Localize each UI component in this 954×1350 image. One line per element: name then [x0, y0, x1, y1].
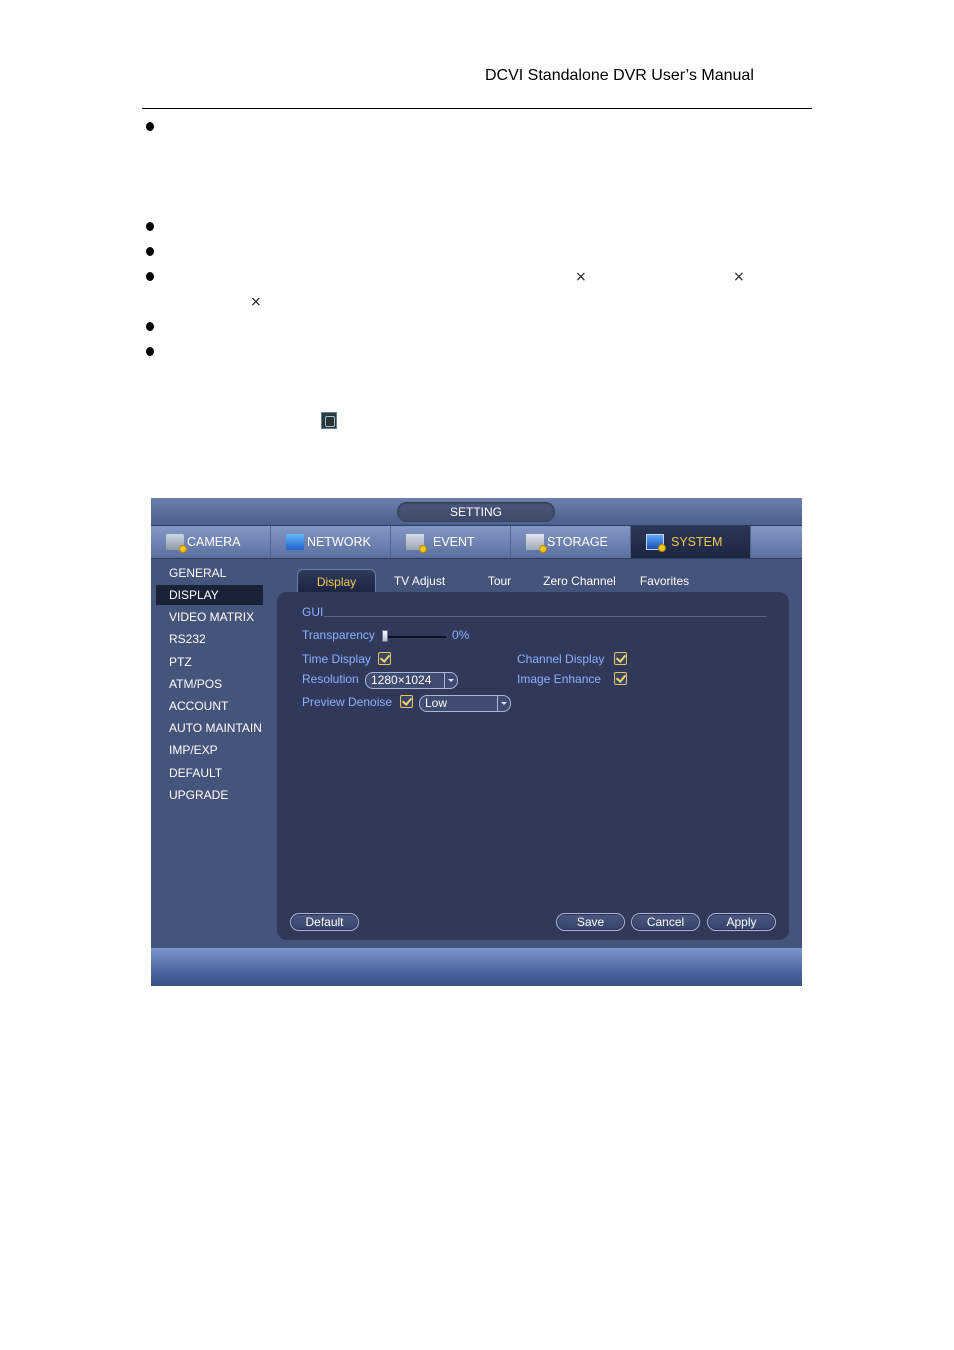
gui-section-label: GUI	[302, 605, 324, 619]
bullet	[146, 122, 154, 131]
channel-display-label: Channel Display	[517, 652, 605, 666]
display-settings-panel: GUI Transparency 0% Time Display Channel…	[277, 592, 789, 940]
subtab-favorites[interactable]: Favorites	[632, 569, 697, 593]
sidebar-item-account[interactable]: ACCOUNT	[156, 696, 263, 716]
window-title: SETTING	[397, 502, 555, 522]
tab-label: CAMERA	[187, 535, 241, 549]
network-icon	[286, 534, 304, 550]
resolution-value: 1280×1024	[371, 673, 432, 687]
channel-display-checkbox[interactable]	[614, 652, 627, 665]
event-icon	[406, 534, 427, 553]
time-display-label: Time Display	[302, 652, 371, 666]
apply-button[interactable]: Apply	[707, 913, 776, 931]
multiply-sign: ×	[250, 294, 262, 310]
sidebar-item-general[interactable]: GENERAL	[156, 563, 263, 583]
cancel-button[interactable]: Cancel	[631, 913, 700, 931]
sidebar-item-auto-maintain[interactable]: AUTO MAINTAIN	[156, 718, 263, 738]
status-bar	[151, 948, 802, 986]
subtab-tour[interactable]: Tour	[477, 569, 522, 593]
default-button[interactable]: Default	[290, 913, 359, 931]
chevron-down-icon	[497, 696, 510, 711]
tab-label: NETWORK	[307, 535, 371, 549]
bullet	[146, 272, 154, 281]
sidebar-item-display[interactable]: DISPLAY	[156, 585, 263, 605]
save-button[interactable]: Save	[556, 913, 625, 931]
subtab-zero-channel[interactable]: Zero Channel	[537, 569, 622, 593]
preview-denoise-value: Low	[425, 696, 448, 710]
transparency-slider-track[interactable]	[384, 636, 446, 638]
tab-system[interactable]: SYSTEM	[631, 526, 751, 558]
sidebar-item-rs232[interactable]: RS232	[156, 629, 263, 649]
transparency-slider-handle[interactable]	[382, 630, 388, 642]
time-display-checkbox[interactable]	[378, 652, 391, 665]
sidebar-item-ptz[interactable]: PTZ	[156, 652, 263, 672]
header-rule	[142, 108, 812, 109]
bullet	[146, 347, 154, 356]
resolution-select[interactable]: 1280×1024	[365, 672, 458, 689]
tab-label: STORAGE	[547, 535, 608, 549]
tab-label: SYSTEM	[671, 535, 723, 549]
main-tab-bar: CAMERA NETWORK EVENT STORAGE SYSTEM	[151, 526, 802, 559]
transparency-value: 0%	[452, 628, 470, 642]
tab-camera[interactable]: CAMERA	[151, 526, 271, 558]
camera-settings-icon	[166, 534, 187, 553]
bullet	[146, 322, 154, 331]
preview-denoise-checkbox[interactable]	[400, 695, 413, 708]
multiply-sign: ×	[575, 269, 587, 285]
subtab-tv-adjust[interactable]: TV Adjust	[382, 569, 457, 593]
preview-denoise-label: Preview Denoise	[302, 695, 393, 709]
image-enhance-label: Image Enhance	[517, 672, 602, 686]
tab-network[interactable]: NETWORK	[271, 526, 391, 558]
bullet	[146, 222, 154, 231]
dvr-setting-window: SETTING CAMERA NETWORK EVENT STORAGE SYS…	[151, 498, 802, 986]
storage-icon	[526, 534, 547, 553]
sidebar-item-default[interactable]: DEFAULT	[156, 763, 263, 783]
subtab-display[interactable]: Display	[297, 569, 376, 593]
bullet	[146, 247, 154, 256]
tab-label: EVENT	[433, 535, 475, 549]
sidebar-item-atm-pos[interactable]: ATM/POS	[156, 674, 263, 694]
transparency-label: Transparency	[302, 628, 375, 642]
sidebar-item-upgrade[interactable]: UPGRADE	[156, 785, 263, 805]
system-icon	[646, 534, 666, 552]
section-divider	[324, 616, 766, 617]
multiply-sign: ×	[733, 269, 745, 285]
title-bar: SETTING	[151, 498, 802, 526]
tab-event[interactable]: EVENT	[391, 526, 511, 558]
sidebar-item-imp-exp[interactable]: IMP/EXP	[156, 740, 263, 760]
window-fullscreen-icon	[321, 412, 337, 429]
sidebar-item-video-matrix[interactable]: VIDEO MATRIX	[156, 607, 263, 627]
document-header: DCVI Standalone DVR User’s Manual	[485, 67, 754, 84]
preview-denoise-select[interactable]: Low	[419, 695, 511, 712]
chevron-down-icon	[444, 673, 457, 688]
resolution-label: Resolution	[302, 672, 359, 686]
image-enhance-checkbox[interactable]	[614, 672, 627, 685]
tab-storage[interactable]: STORAGE	[511, 526, 631, 558]
